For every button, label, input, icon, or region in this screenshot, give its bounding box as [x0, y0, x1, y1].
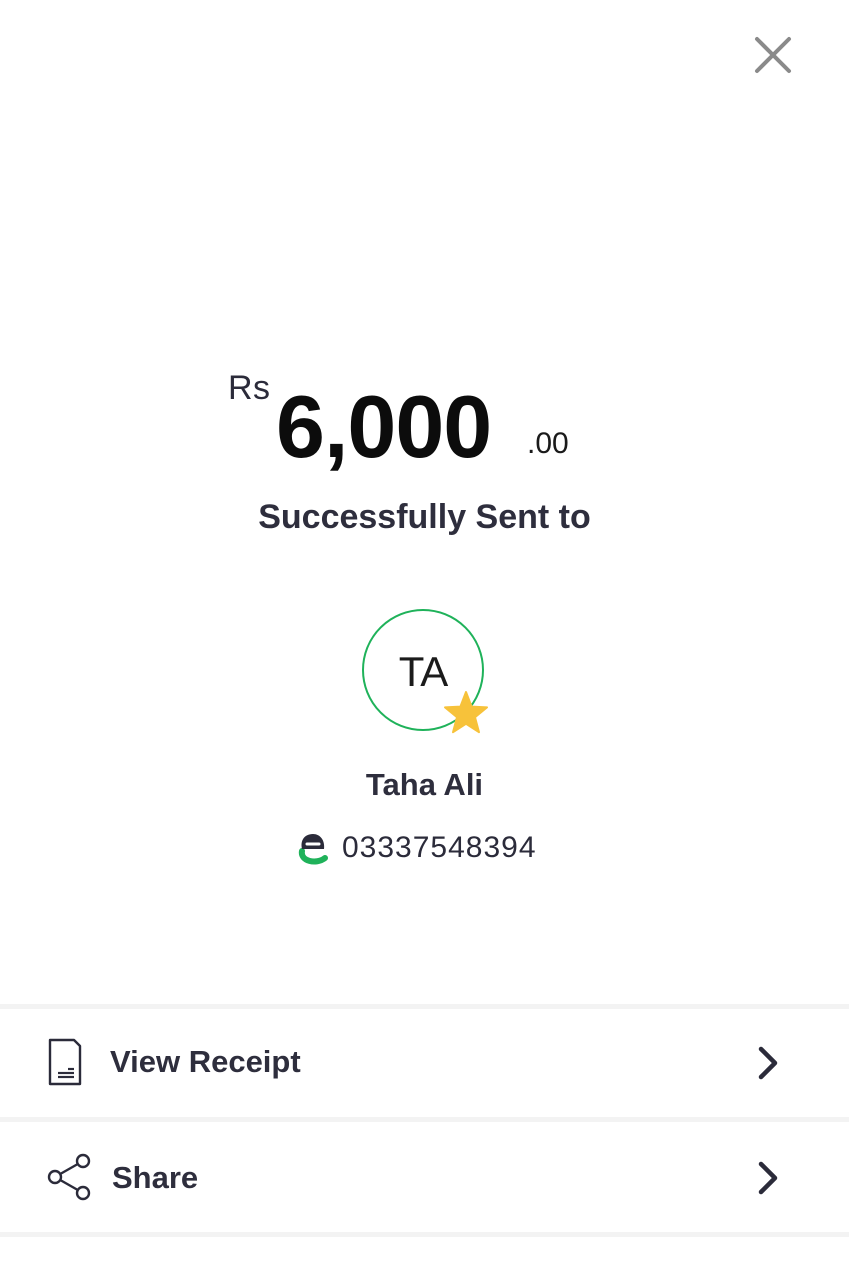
- star-icon: [444, 691, 488, 734]
- view-receipt-button[interactable]: View Receipt: [0, 1009, 849, 1117]
- share-label: Share: [112, 1160, 199, 1195]
- recipient-name: Taha Ali: [365, 767, 484, 802]
- chevron-right-icon: [758, 1161, 778, 1195]
- amount-value: 6,000: [276, 377, 492, 476]
- share-button[interactable]: Share: [0, 1122, 849, 1230]
- close-button[interactable]: [752, 34, 794, 76]
- recipient-account: 03337548394: [296, 828, 537, 868]
- amount-display: Rs 6,000 .00: [0, 365, 849, 476]
- divider: [0, 1232, 849, 1237]
- close-icon: [755, 37, 791, 73]
- recipient-phone: 03337548394: [342, 831, 537, 864]
- chevron-right-icon: [758, 1046, 778, 1080]
- wallet-logo-icon: [298, 834, 328, 865]
- transaction-success-screen: Rs 6,000 .00 Successfully Sent to TA Tah…: [0, 0, 849, 1280]
- amount-cents: .00: [527, 427, 569, 460]
- status-message: Successfully Sent to: [258, 498, 591, 536]
- view-receipt-label: View Receipt: [110, 1044, 301, 1079]
- receipt-icon: [48, 1038, 82, 1086]
- recipient-avatar: TA: [362, 609, 488, 734]
- share-icon: [47, 1153, 91, 1201]
- currency-label: Rs: [228, 369, 271, 407]
